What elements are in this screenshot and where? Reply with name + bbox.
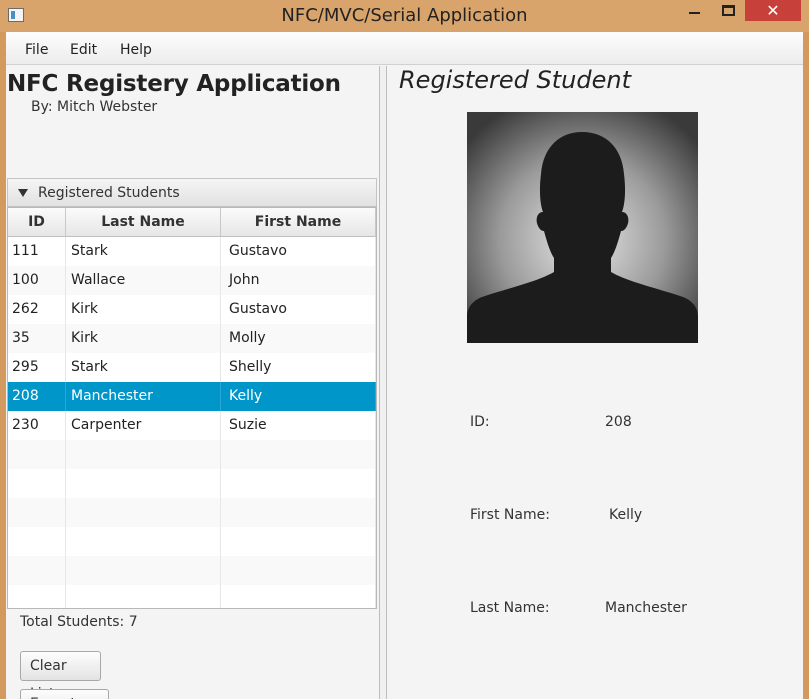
cell-id: 208 — [8, 382, 66, 411]
menu-edit[interactable]: Edit — [70, 42, 97, 58]
student-photo-placeholder — [467, 112, 698, 343]
students-table[interactable]: ID Last Name First Name 111 Stark Gustavo 1… — [7, 207, 377, 609]
column-header-id[interactable]: ID — [8, 208, 66, 237]
table-row[interactable]: 100 Wallace John — [8, 266, 376, 295]
empty-table-row[interactable] — [8, 556, 376, 585]
cell-last-name: Carpenter — [66, 411, 221, 440]
cell-id — [8, 527, 66, 556]
table-row[interactable]: 35 Kirk Molly — [8, 324, 376, 353]
cell-last-name — [66, 556, 221, 585]
cell-id: 100 — [8, 266, 66, 295]
empty-table-row[interactable] — [8, 527, 376, 556]
cell-last-name: Kirk — [66, 295, 221, 324]
cell-first-name — [221, 556, 376, 585]
empty-table-row[interactable] — [8, 469, 376, 498]
close-icon: ✕ — [766, 1, 780, 20]
cell-first-name: Shelly — [221, 353, 376, 382]
cell-id — [8, 498, 66, 527]
cell-first-name: Suzie — [221, 411, 376, 440]
clear-list-button[interactable]: Clear List — [20, 651, 101, 699]
table-row[interactable]: 230 Carpenter Suzie — [8, 411, 376, 440]
table-row[interactable]: 111 Stark Gustavo — [8, 237, 376, 266]
cell-id — [8, 440, 66, 469]
cell-id: 111 — [8, 237, 66, 266]
cell-id: 295 — [8, 353, 66, 382]
cell-first-name: Kelly — [221, 382, 376, 411]
pane-title: Registered Students — [38, 185, 180, 201]
first-name-value: Kelly — [609, 507, 643, 523]
cell-last-name — [66, 440, 221, 469]
cell-last-name — [66, 585, 221, 608]
cell-first-name: Gustavo — [221, 237, 376, 266]
cell-last-name: Stark — [66, 353, 221, 382]
table-row[interactable]: 262 Kirk Gustavo — [8, 295, 376, 324]
cell-last-name — [66, 527, 221, 556]
app-title: NFC Registery Application — [7, 71, 341, 97]
maximize-icon — [722, 5, 735, 16]
split-pane-divider[interactable] — [379, 66, 387, 699]
cell-first-name — [221, 527, 376, 556]
cell-first-name — [221, 585, 376, 608]
export-list-button[interactable]: Export List — [20, 689, 109, 699]
app-window: File Edit Help NFC Registery Application… — [6, 32, 803, 699]
empty-table-row[interactable] — [8, 440, 376, 469]
maximize-button[interactable] — [713, 0, 743, 22]
cell-id — [8, 556, 66, 585]
cell-first-name: Molly — [221, 324, 376, 353]
cell-first-name — [221, 440, 376, 469]
cell-id: 262 — [8, 295, 66, 324]
empty-table-row[interactable] — [8, 498, 376, 527]
menu-help[interactable]: Help — [120, 42, 152, 58]
first-name-label: First Name: — [470, 507, 550, 523]
cell-id: 35 — [8, 324, 66, 353]
cell-id — [8, 585, 66, 608]
table-row[interactable]: 295 Stark Shelly — [8, 353, 376, 382]
cell-last-name — [66, 498, 221, 527]
cell-last-name: Stark — [66, 237, 221, 266]
app-author: By: Mitch Webster — [31, 99, 158, 115]
empty-table-row[interactable] — [8, 585, 376, 608]
registered-students-pane-header[interactable]: Registered Students — [7, 178, 377, 207]
left-pane: NFC Registery Application By: Mitch Webs… — [6, 66, 379, 699]
cell-id: 230 — [8, 411, 66, 440]
cell-first-name — [221, 469, 376, 498]
close-button[interactable]: ✕ — [745, 0, 801, 21]
cell-first-name: Gustavo — [221, 295, 376, 324]
minimize-button[interactable] — [680, 0, 710, 22]
cell-first-name — [221, 498, 376, 527]
table-header: ID Last Name First Name — [8, 208, 376, 237]
menu-file[interactable]: File — [25, 42, 48, 58]
last-name-label: Last Name: — [470, 600, 550, 616]
collapse-triangle-icon — [18, 189, 28, 197]
registered-student-title: Registered Student — [399, 66, 631, 94]
right-pane: Registered Student ID: 208 First Name: K… — [387, 66, 803, 699]
last-name-value: Manchester — [605, 600, 687, 616]
column-header-last-name[interactable]: Last Name — [66, 208, 221, 237]
cell-last-name: Manchester — [66, 382, 221, 411]
cell-first-name: John — [221, 266, 376, 295]
cell-last-name — [66, 469, 221, 498]
cell-last-name: Kirk — [66, 324, 221, 353]
cell-id — [8, 469, 66, 498]
cell-last-name: Wallace — [66, 266, 221, 295]
minimize-icon — [689, 12, 700, 14]
id-label: ID: — [470, 414, 490, 430]
table-row[interactable]: 208 Manchester Kelly — [8, 382, 376, 411]
id-value: 208 — [605, 414, 632, 430]
title-bar: NFC/MVC/Serial Application ✕ — [0, 0, 809, 32]
total-students: Total Students: 7 — [20, 614, 138, 630]
column-header-first-name[interactable]: First Name — [221, 208, 376, 237]
menu-bar: File Edit Help — [6, 32, 803, 65]
